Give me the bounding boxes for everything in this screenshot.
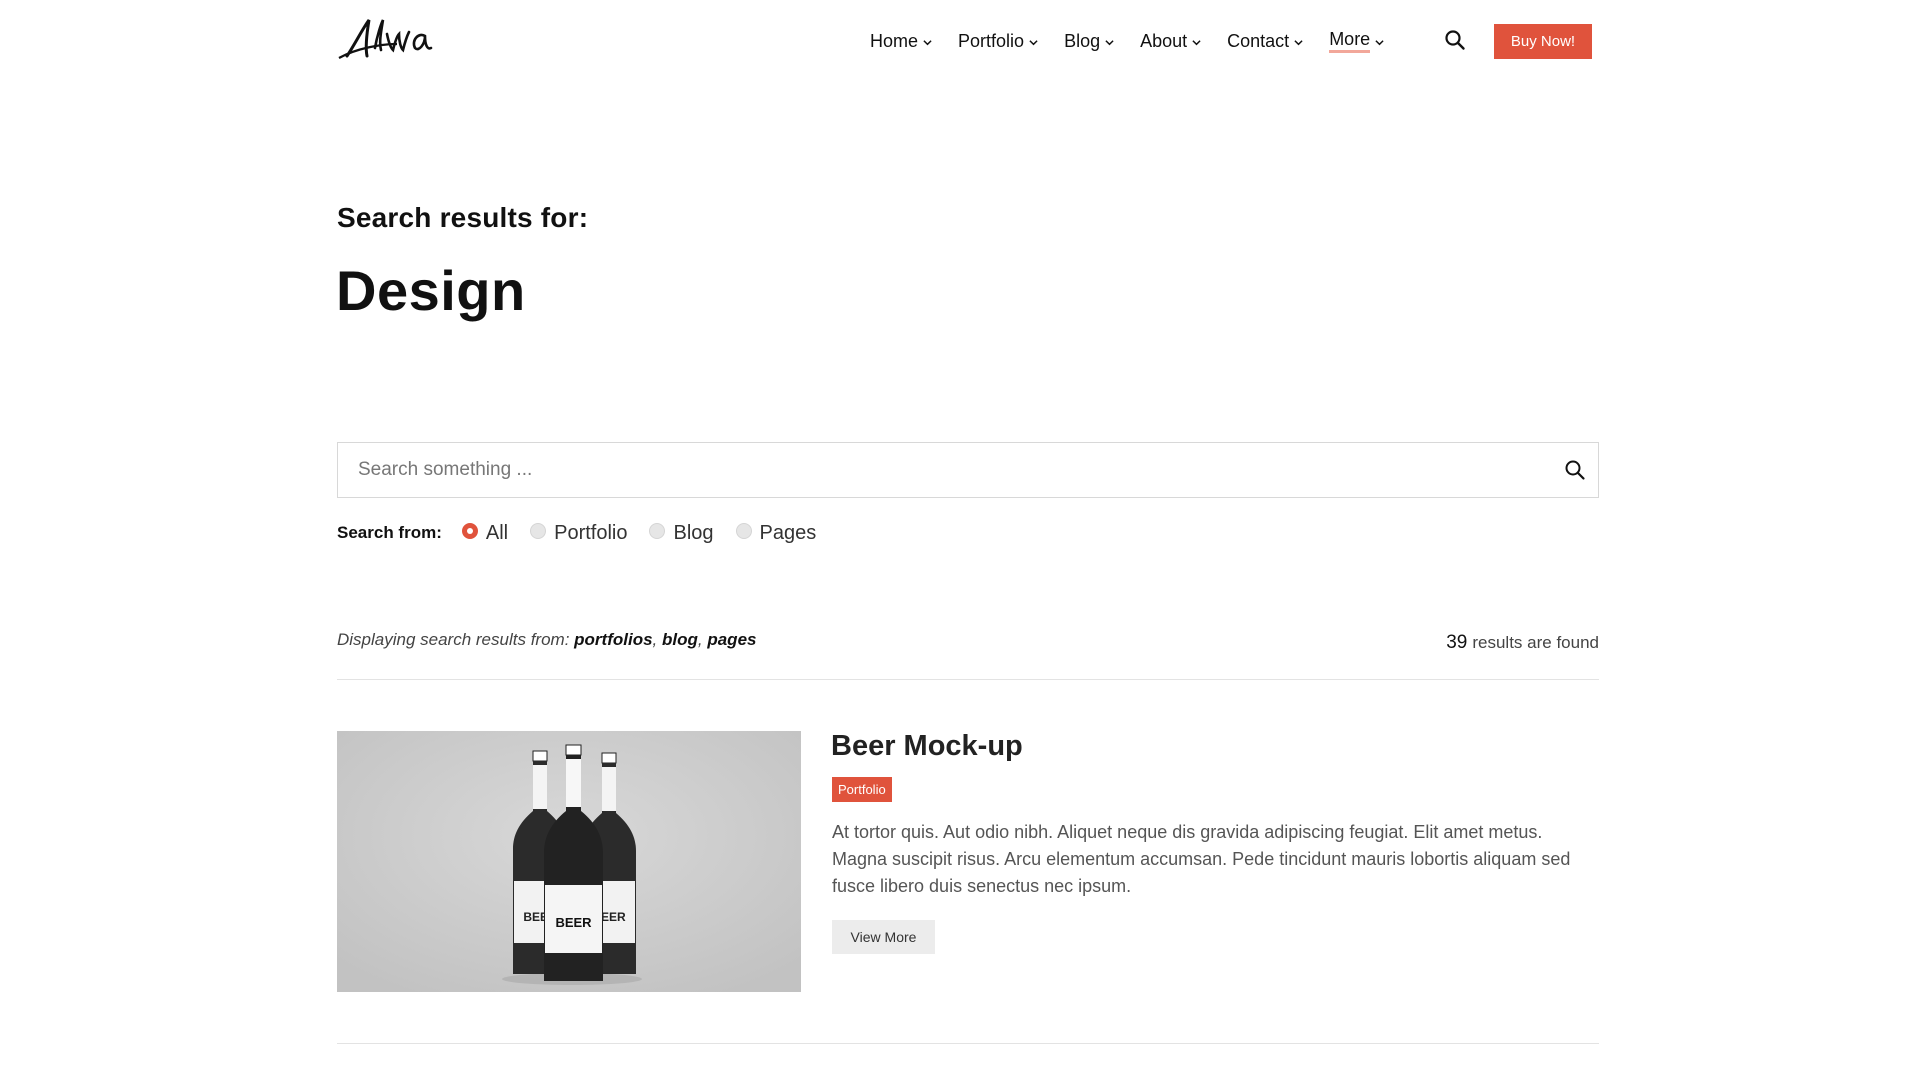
result-excerpt: At tortor quis. Aut odio nibh. Aliquet n…: [832, 822, 1571, 896]
source-pages: pages: [707, 630, 757, 649]
filter-option-pages[interactable]: Pages: [735, 521, 817, 545]
nav-item-blog[interactable]: Blog: [1064, 31, 1114, 52]
bottle-label-text: BEER: [555, 915, 592, 930]
search-submit-icon[interactable]: [1564, 459, 1586, 481]
radio-unchecked[interactable]: [530, 523, 547, 539]
filter-option-all[interactable]: All: [461, 521, 509, 545]
nav-item-about[interactable]: About: [1140, 31, 1201, 52]
filter-option-label: Portfolio: [554, 521, 628, 544]
divider: [337, 1043, 1599, 1044]
radio-unchecked[interactable]: [649, 523, 666, 539]
divider: [337, 679, 1599, 680]
nav-label: Home: [870, 30, 919, 51]
nav-item-more[interactable]: More: [1329, 29, 1384, 53]
search-results-subtitle: Search results for:: [337, 202, 589, 233]
filter-label: Search from:: [337, 523, 442, 542]
filter-option-portfolio[interactable]: Portfolio: [530, 522, 627, 545]
search-query-title: Design: [336, 259, 526, 322]
search-filter: Search from: All Portfolio Blog Pages: [337, 520, 838, 546]
beer-bottles-image: BEER BEER BEER: [337, 731, 801, 992]
results-sources-prefix: Displaying search results from:: [337, 630, 570, 649]
chevron-down-icon: [1375, 40, 1384, 46]
filter-option-label: Blog: [673, 521, 714, 544]
chevron-down-icon: [1192, 40, 1201, 46]
results-count-number: 39: [1446, 632, 1468, 653]
nav-label: Blog: [1064, 30, 1101, 51]
results-count-suffix: results are found: [1472, 633, 1599, 652]
main-nav: Home Portfolio Blog About Contact More: [870, 28, 1410, 54]
nav-label: Portfolio: [958, 30, 1025, 51]
results-count: 39 results are found: [1446, 632, 1599, 654]
results-sources: Displaying search results from: portfoli…: [337, 630, 757, 649]
category-badge[interactable]: Portfolio: [832, 777, 892, 802]
chevron-down-icon: [1029, 40, 1038, 46]
filter-option-blog[interactable]: Blog: [649, 521, 714, 545]
site-logo[interactable]: [337, 14, 437, 64]
filter-option-label: All: [485, 521, 509, 544]
nav-item-portfolio[interactable]: Portfolio: [958, 31, 1038, 52]
nav-label: About: [1140, 30, 1188, 51]
chevron-down-icon: [923, 40, 932, 46]
nav-label: Contact: [1227, 30, 1290, 51]
result-thumbnail[interactable]: BEER BEER BEER: [337, 731, 801, 992]
nav-label: More: [1329, 29, 1371, 53]
search-icon[interactable]: [1444, 29, 1466, 51]
site-header: Home Portfolio Blog About Contact More B…: [0, 0, 1920, 82]
nav-item-home[interactable]: Home: [870, 31, 932, 52]
buy-now-button[interactable]: Buy Now!: [1494, 24, 1592, 59]
filter-option-label: Pages: [759, 521, 817, 544]
source-blog: blog: [662, 630, 698, 649]
search-form: [337, 442, 1599, 498]
search-input[interactable]: [358, 443, 1538, 497]
result-title[interactable]: Beer Mock-up: [831, 730, 1023, 763]
source-portfolios: portfolios: [574, 630, 653, 649]
nav-item-contact[interactable]: Contact: [1227, 31, 1303, 52]
radio-checked[interactable]: [461, 523, 478, 539]
radio-unchecked[interactable]: [735, 523, 752, 539]
chevron-down-icon: [1294, 40, 1303, 46]
chevron-down-icon: [1105, 40, 1114, 46]
view-more-button[interactable]: View More: [832, 920, 935, 954]
